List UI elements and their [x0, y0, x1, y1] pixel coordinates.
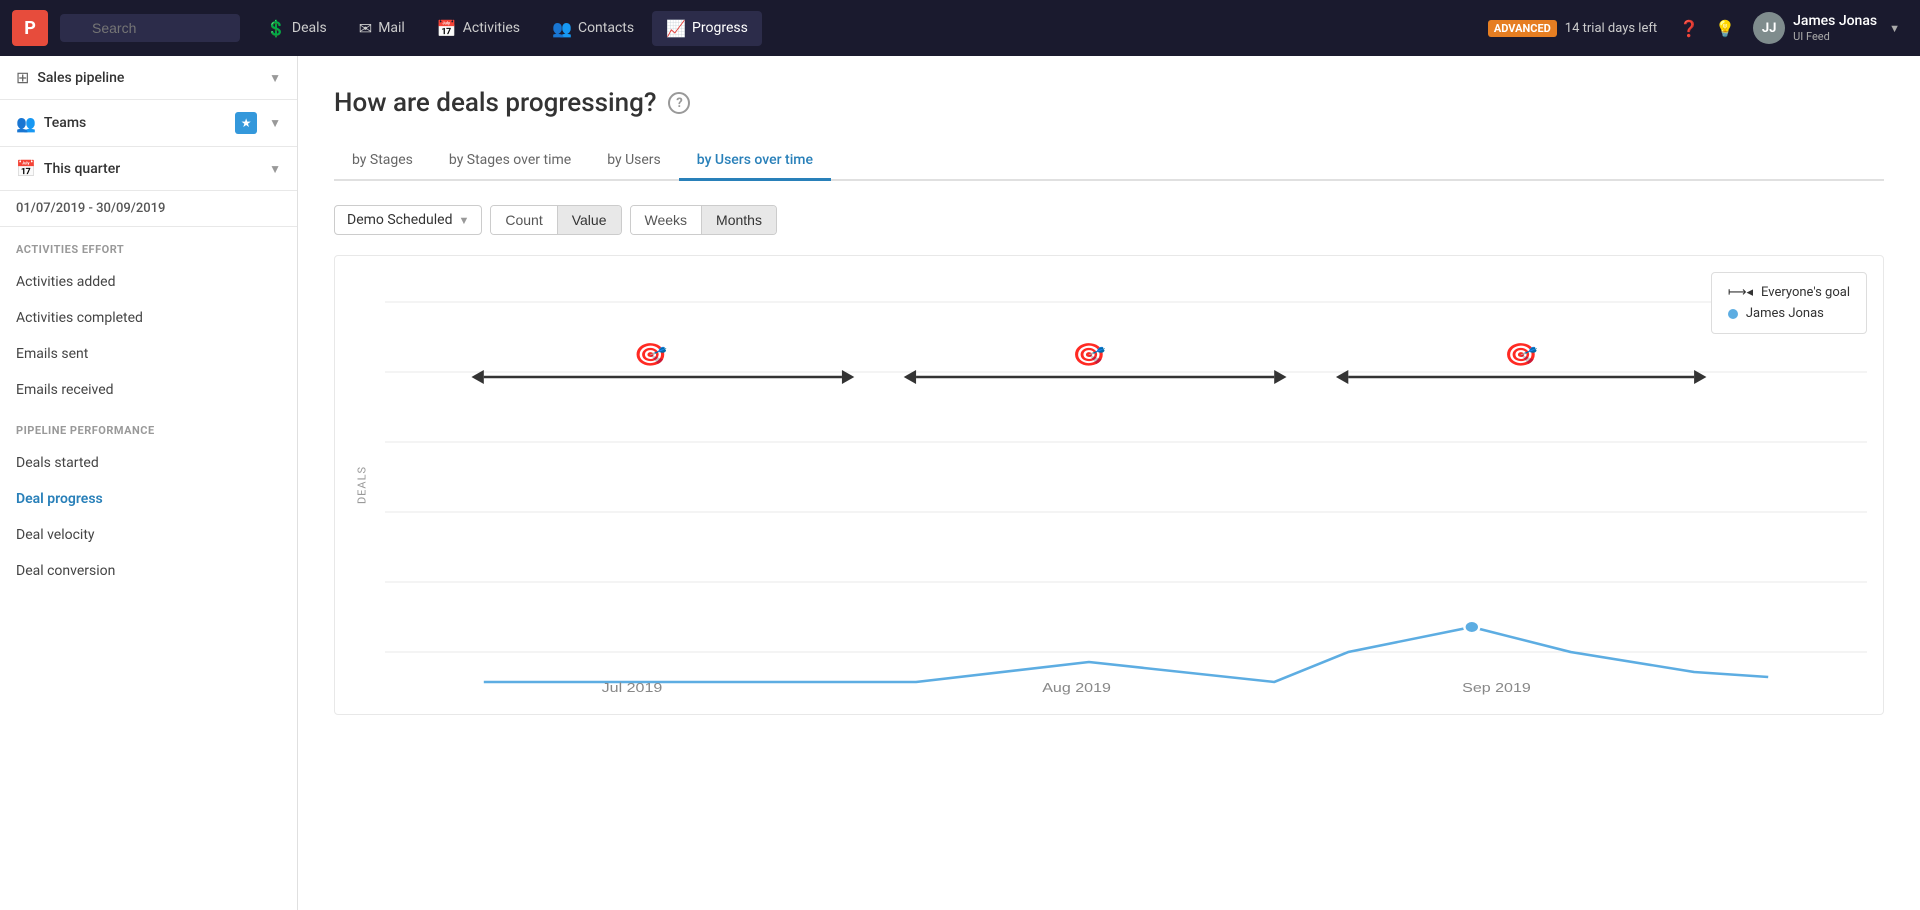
- count-toggle-btn[interactable]: Count: [491, 206, 557, 234]
- filters-row: Demo Scheduled ▼ Count Value Weeks Month…: [334, 205, 1884, 235]
- help-tooltip-icon[interactable]: ?: [668, 92, 690, 114]
- svg-text:🎯: 🎯: [1072, 342, 1106, 367]
- period-arrow: ▼: [269, 162, 281, 176]
- teams-label: Teams: [44, 115, 227, 131]
- weeks-toggle-btn[interactable]: Weeks: [631, 206, 703, 234]
- deals-icon: 💲: [266, 19, 286, 38]
- search-input[interactable]: [60, 14, 240, 42]
- page-title: How are deals progressing?: [334, 88, 656, 118]
- teams-star: ★: [235, 112, 257, 134]
- pipeline-icon: ⊞: [16, 68, 29, 87]
- legend-goal-label: Everyone's goal: [1761, 285, 1850, 300]
- tips-button[interactable]: 💡: [1709, 12, 1741, 44]
- weeks-months-toggle: Weeks Months: [630, 205, 777, 235]
- pipeline-dropdown[interactable]: ⊞ Sales pipeline ▼: [0, 56, 297, 100]
- app-logo[interactable]: P: [12, 10, 48, 46]
- activities-icon: 📅: [437, 19, 457, 38]
- sidebar-item-deal-velocity[interactable]: Deal velocity: [0, 517, 297, 553]
- nav-item-contacts[interactable]: 👥 Contacts: [538, 11, 648, 46]
- sidebar: ⊞ Sales pipeline ▼ 👥 Teams ★ ▼ 📅 This qu…: [0, 56, 298, 910]
- sidebar-item-activities-completed[interactable]: Activities completed: [0, 300, 297, 336]
- legend-user: James Jonas: [1728, 306, 1850, 321]
- help-button[interactable]: ❓: [1673, 12, 1705, 44]
- tab-by-stages-over-time[interactable]: by Stages over time: [431, 142, 589, 181]
- teams-icon: 👥: [16, 114, 36, 133]
- svg-text:Jul 2019: Jul 2019: [602, 681, 663, 695]
- svg-text:🎯: 🎯: [634, 342, 668, 367]
- sidebar-item-deal-progress[interactable]: Deal progress: [0, 481, 297, 517]
- svg-text:Sep 2019: Sep 2019: [1462, 681, 1531, 695]
- stage-filter-arrow: ▼: [458, 214, 469, 227]
- tab-by-users[interactable]: by Users: [589, 142, 679, 181]
- legend-user-label: James Jonas: [1746, 306, 1824, 321]
- sidebar-item-emails-sent[interactable]: Emails sent: [0, 336, 297, 372]
- tab-by-stages[interactable]: by Stages: [334, 142, 431, 181]
- user-menu[interactable]: JJ James Jonas UI Feed ▼: [1745, 8, 1908, 48]
- y-axis-label: DEALS: [356, 466, 369, 504]
- avatar: JJ: [1753, 12, 1785, 44]
- svg-text:Aug 2019: Aug 2019: [1042, 681, 1111, 695]
- stage-filter-dropdown[interactable]: Demo Scheduled ▼: [334, 205, 482, 235]
- nav-item-progress[interactable]: 📈 Progress: [652, 11, 762, 46]
- chart-svg-wrap: $6K $5K $4K $3K $2K $1K 🎯: [385, 272, 1867, 706]
- nav-item-deals[interactable]: 💲 Deals: [252, 11, 341, 46]
- user-menu-arrow: ▼: [1889, 22, 1900, 35]
- chart-container: ⟼◂ Everyone's goal James Jonas DEALS: [334, 255, 1884, 715]
- app-body: ⊞ Sales pipeline ▼ 👥 Teams ★ ▼ 📅 This qu…: [0, 56, 1920, 910]
- date-range: 01/07/2019 - 30/09/2019: [0, 191, 297, 227]
- contacts-icon: 👥: [552, 19, 572, 38]
- sidebar-item-emails-received[interactable]: Emails received: [0, 372, 297, 408]
- page-title-row: How are deals progressing? ?: [334, 88, 1884, 118]
- legend-goal: ⟼◂ Everyone's goal: [1728, 285, 1850, 300]
- sidebar-item-activities-added[interactable]: Activities added: [0, 264, 297, 300]
- activities-section-label: ACTIVITIES EFFORT: [0, 227, 297, 264]
- trial-text: 14 trial days left: [1565, 21, 1657, 36]
- count-value-toggle: Count Value: [490, 205, 621, 235]
- user-name: James Jonas: [1793, 13, 1877, 30]
- teams-dropdown[interactable]: 👥 Teams ★ ▼: [0, 100, 297, 147]
- tabs-row: by Stages by Stages over time by Users b…: [334, 142, 1884, 181]
- plan-badge: ADVANCED: [1488, 20, 1557, 37]
- user-subtitle: UI Feed: [1793, 30, 1877, 43]
- svg-text:🎯: 🎯: [1504, 342, 1538, 367]
- main-content: How are deals progressing? ? by Stages b…: [298, 56, 1920, 910]
- sidebar-item-deals-started[interactable]: Deals started: [0, 445, 297, 481]
- tab-by-users-over-time[interactable]: by Users over time: [679, 142, 831, 181]
- nav-item-mail[interactable]: ✉ Mail: [345, 11, 419, 46]
- top-navigation: P 🔍 💲 Deals ✉ Mail 📅 Activities 👥 Contac…: [0, 0, 1920, 56]
- user-line-icon: [1728, 309, 1738, 319]
- goal-line-icon: ⟼◂: [1728, 285, 1753, 300]
- period-icon: 📅: [16, 159, 36, 178]
- value-toggle-btn[interactable]: Value: [558, 206, 621, 234]
- search-wrap: 🔍: [60, 14, 240, 42]
- pipeline-section-label: PIPELINE PERFORMANCE: [0, 408, 297, 445]
- progress-icon: 📈: [666, 19, 686, 38]
- mail-icon: ✉: [359, 19, 372, 38]
- period-label: This quarter: [44, 161, 257, 177]
- chart-legend: ⟼◂ Everyone's goal James Jonas: [1711, 272, 1867, 334]
- sidebar-item-deal-conversion[interactable]: Deal conversion: [0, 553, 297, 589]
- period-dropdown[interactable]: 📅 This quarter ▼: [0, 147, 297, 191]
- pipeline-label: Sales pipeline: [37, 70, 257, 86]
- stage-filter-label: Demo Scheduled: [347, 212, 452, 228]
- teams-arrow: ▼: [269, 116, 281, 130]
- months-toggle-btn[interactable]: Months: [702, 206, 776, 234]
- chart-svg: $6K $5K $4K $3K $2K $1K 🎯: [385, 272, 1867, 702]
- nav-item-activities[interactable]: 📅 Activities: [423, 11, 534, 46]
- pipeline-arrow: ▼: [269, 71, 281, 85]
